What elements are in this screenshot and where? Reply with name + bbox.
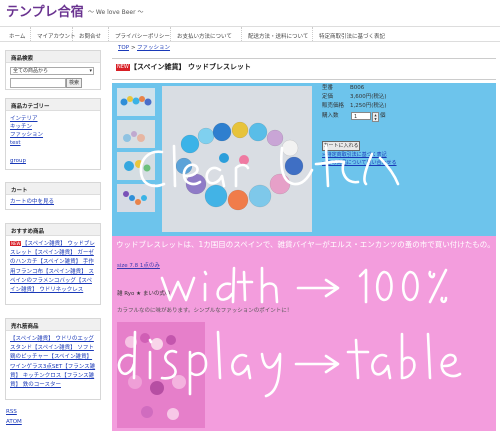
rss-link[interactable]: RSS bbox=[6, 409, 17, 416]
spec-value-list-price: 3,600円(税込) bbox=[350, 94, 387, 100]
add-to-cart-label: カートに入れる bbox=[323, 143, 359, 149]
spec-label-sale-price: 販売価格 bbox=[322, 103, 345, 109]
nav-contact[interactable]: お問合せ bbox=[72, 27, 101, 41]
nav-shipping[interactable]: 配送方法・送料について bbox=[241, 27, 308, 41]
nav-legal-notice[interactable]: 特定商取引法に基づく表記 bbox=[312, 27, 385, 41]
product-thumbnail[interactable] bbox=[117, 88, 155, 116]
nav-privacy-policy[interactable]: プライバシーポリシー bbox=[108, 27, 170, 41]
category-box-title: 商品カテゴリー bbox=[6, 99, 100, 111]
product-main-image[interactable] bbox=[162, 86, 312, 232]
product-description: ウッドブレスレットは、1カ国目のスペインで、雑貨バイヤーがエルス・エンカンツの蚤… bbox=[116, 240, 495, 249]
bestseller-product-list[interactable]: 【スペイン雑貨】 ウドリのエッグスタンド【スペイン雑貨】 ソフト 鶏のピッチャー… bbox=[10, 335, 96, 397]
spec-value-model: B006 bbox=[350, 85, 365, 91]
product-note-heading: 雑 Ryo ★ まいの式の bbox=[117, 291, 171, 297]
category-box: 商品カテゴリー インテリア キッチン ファッション test group bbox=[5, 98, 101, 170]
cart-box-title: カート bbox=[6, 183, 100, 195]
quantity-stepper[interactable]: ▲ ▼ bbox=[372, 112, 379, 122]
nav-home[interactable]: ホーム bbox=[3, 27, 25, 41]
bracelet-detail-image bbox=[125, 333, 186, 420]
recommend-product-list[interactable]: 【スペイン雑貨】 ウッドブレスレット【スペイン雑貨】 ガーゼのハンカチ【スペイン… bbox=[10, 240, 96, 302]
legal-notice-link[interactable]: » 特定商取引法に基づく表記 bbox=[322, 153, 387, 158]
quantity-unit: 個 bbox=[380, 113, 386, 119]
search-box-title: 商品検索 bbox=[6, 51, 100, 63]
search-scope-select[interactable]: 全ての商品から ▾ bbox=[10, 67, 94, 75]
recommend-box-title: おすすめ商品 bbox=[6, 224, 100, 236]
search-button-label: 検索 bbox=[68, 80, 79, 86]
spec-label-list-price: 定価 bbox=[322, 94, 334, 100]
add-to-cart-button[interactable]: カートに入れる bbox=[322, 141, 360, 151]
product-note-text: カラフルなのに味があります。シンプルなファッションのポイントに！ bbox=[117, 308, 293, 314]
category-link-fashion[interactable]: ファッション bbox=[10, 132, 43, 139]
product-thumbnail[interactable] bbox=[117, 184, 155, 212]
spec-label-model: 型番 bbox=[322, 85, 334, 91]
breadcrumb-top[interactable]: TOP bbox=[118, 45, 129, 52]
breadcrumb-separator: > bbox=[131, 45, 136, 51]
product-thumbnail[interactable] bbox=[117, 152, 155, 180]
site-title[interactable]: テンプレ合宿 bbox=[6, 6, 84, 19]
atom-link[interactable]: ATOM bbox=[6, 419, 22, 426]
bracelet-main-image bbox=[175, 121, 304, 211]
breadcrumb-category[interactable]: ファッション bbox=[137, 45, 170, 52]
search-box: 商品検索 全ての商品から ▾ 検索 bbox=[5, 50, 101, 90]
spec-label-quantity: 購入数 bbox=[322, 113, 339, 119]
chevron-down-icon: ▾ bbox=[89, 68, 92, 74]
cart-box: カート カートの中を見る bbox=[5, 182, 101, 210]
nav-my-account[interactable]: マイアカウント bbox=[30, 27, 76, 41]
category-link-interior[interactable]: インテリア bbox=[10, 116, 38, 123]
bracelet-thumbnail-image bbox=[120, 96, 152, 106]
quantity-input[interactable]: 1 bbox=[351, 112, 371, 120]
bestsellers-box-title: 売れ筋商品 bbox=[6, 319, 100, 331]
product-thumbnail[interactable] bbox=[117, 120, 155, 148]
size-pager-link[interactable]: size 7.8 1点のみ bbox=[117, 263, 160, 270]
bestsellers-box: 売れ筋商品 【スペイン雑貨】 ウドリのエッグスタンド【スペイン雑貨】 ソフト 鶏… bbox=[5, 318, 101, 400]
search-button[interactable]: 検索 bbox=[66, 78, 82, 88]
quantity-value: 1 bbox=[354, 114, 358, 120]
nav-payment[interactable]: お支払い方法について bbox=[170, 27, 232, 41]
product-title: 【スペイン雑貨】 ウッドブレスレット bbox=[130, 63, 251, 71]
product-detail-image bbox=[117, 322, 205, 428]
view-cart-link[interactable]: カートの中を見る bbox=[10, 199, 54, 206]
product-new-badge: NEW bbox=[116, 64, 130, 71]
category-link-kitchen[interactable]: キッチン bbox=[10, 124, 32, 131]
bracelet-thumbnail-image bbox=[123, 131, 145, 142]
site-tagline: ～ We love Beer ～ bbox=[88, 9, 144, 16]
product-inquiry-link[interactable]: » この商品について問い合わせる bbox=[322, 161, 397, 166]
group-link[interactable]: group bbox=[10, 158, 26, 165]
main-nav: ホーム マイアカウント お問合せ プライバシーポリシー お支払い方法について 配… bbox=[0, 26, 500, 42]
search-input[interactable] bbox=[10, 78, 66, 88]
category-link-test[interactable]: test bbox=[10, 140, 21, 147]
search-scope-value: 全ての商品から bbox=[13, 68, 49, 74]
spec-value-sale-price: 1,250円(税込) bbox=[350, 103, 387, 109]
bracelet-thumbnail-image bbox=[124, 160, 151, 172]
recommend-box: おすすめ商品 NEW 【スペイン雑貨】 ウッドブレスレット【スペイン雑貨】 ガー… bbox=[5, 223, 101, 305]
bracelet-thumbnail-image bbox=[123, 191, 147, 205]
